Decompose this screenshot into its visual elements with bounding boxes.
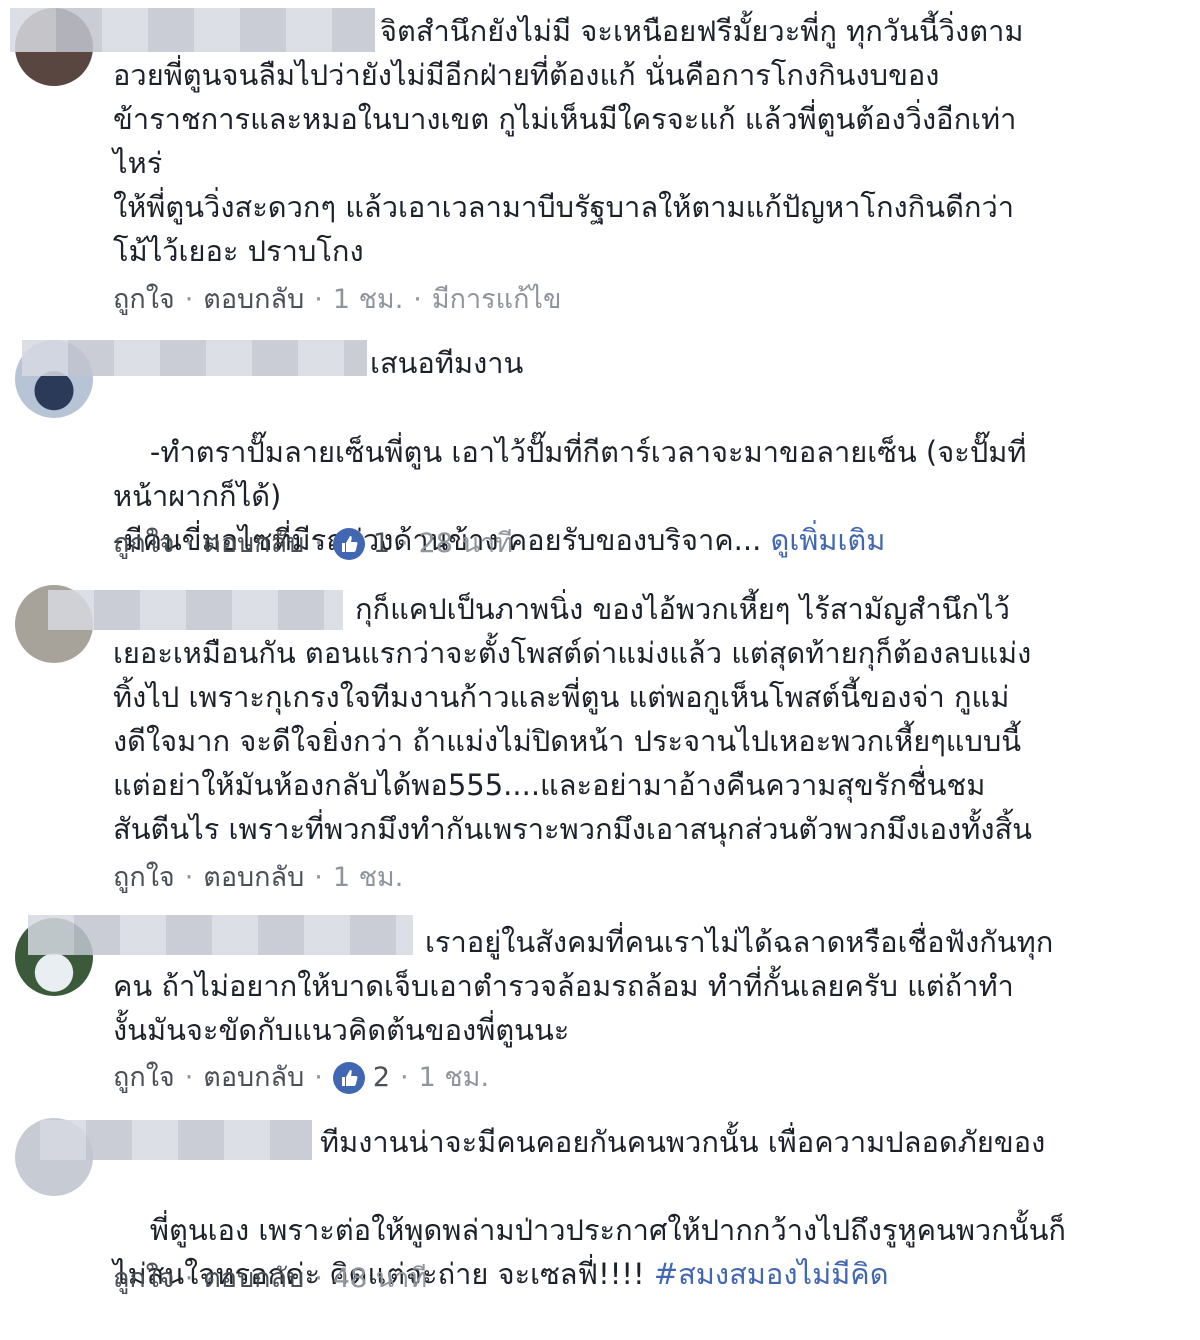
- comment-first-line: เราอยู่ในสังคมที่คนเราไม่ได้ฉลาดหรือเชื่…: [425, 925, 1054, 959]
- like-link[interactable]: ถูกใจ: [113, 1056, 175, 1100]
- like-link[interactable]: ถูกใจ: [113, 522, 175, 566]
- comment-actions: ถูกใจ · ตอบกลับ · 1 ชม. · มีการแก้ไข: [113, 278, 561, 322]
- edited-label[interactable]: มีการแก้ไข: [432, 278, 562, 322]
- separator: ·: [314, 1263, 323, 1294]
- separator: ·: [184, 862, 194, 893]
- reaction-count[interactable]: 1: [373, 522, 390, 566]
- like-link[interactable]: ถูกใจ: [113, 1257, 175, 1301]
- separator: ·: [314, 528, 323, 559]
- comment-first-line: เสนอทีมงาน: [370, 346, 524, 380]
- comment-text: คน ถ้าไม่อยากให้บาดเจ็บเอาตำรวจล้อมรถล้อ…: [113, 969, 1014, 1047]
- timestamp[interactable]: 1 ชม.: [419, 1056, 489, 1100]
- comment-text: อวยพี่ตูนจนลืมไปว่ายังไม่มีอีกฝ่ายที่ต้อ…: [113, 58, 1017, 268]
- separator: ·: [413, 284, 422, 315]
- separator: ·: [184, 1062, 194, 1093]
- comment-text: -ทำตราปั๊มลายเซ็นพี่ตูน เอาไว้ปั๊มที่กีต…: [113, 386, 1153, 606]
- separator: ·: [184, 284, 194, 315]
- like-link[interactable]: ถูกใจ: [113, 856, 175, 900]
- comment-first-line: กุก็แคปเป็นภาพนิ่ง ของไอ้พวกเหี้ยๆ ไร้สา…: [355, 592, 1010, 626]
- comment-actions: ถูกใจ · ตอบกลับ · 2 · 1 ชม.: [113, 1056, 489, 1100]
- separator: ·: [400, 1062, 409, 1093]
- blurred-author-name: [48, 590, 343, 630]
- hashtag-link[interactable]: #สมงสมองไม่มีคิด: [654, 1257, 889, 1291]
- like-reaction-icon[interactable]: [332, 1062, 365, 1094]
- comment-first-line: จิตสำนึกยังไม่มี จะเหนือยฟรีมั้ยวะพี่กู …: [380, 14, 1024, 48]
- separator: ·: [314, 284, 323, 315]
- separator: ·: [184, 528, 194, 559]
- comment-actions: ถูกใจ · ตอบกลับ · 1 · 28 นาที: [113, 522, 513, 566]
- timestamp[interactable]: 48 นาที: [333, 1257, 427, 1301]
- separator: ·: [314, 862, 323, 893]
- thumbs-up-icon: [341, 536, 358, 552]
- timestamp[interactable]: 1 ชม.: [333, 856, 403, 900]
- thumbs-up-icon: [341, 1070, 358, 1086]
- separator: ·: [184, 1263, 194, 1294]
- reply-link[interactable]: ตอบกลับ: [203, 1056, 304, 1100]
- blurred-author-name: [28, 915, 413, 955]
- blurred-author-name: [40, 1120, 312, 1160]
- comment-text: เยอะเหมือนกัน ตอนแรกว่าจะตั้งโพสต์ด่าแม่…: [113, 636, 1033, 846]
- comment-text: พี่ตูนเอง เพราะต่อให้พูดพล่ามป่าวประกาศใ…: [113, 1164, 1153, 1340]
- blurred-author-name: [22, 340, 367, 376]
- reply-link[interactable]: ตอบกลับ: [203, 856, 304, 900]
- see-more-link[interactable]: ดูเพิ่มเติม: [771, 523, 886, 557]
- like-link[interactable]: ถูกใจ: [113, 278, 175, 322]
- comment-actions: ถูกใจ · ตอบกลับ · 48 นาที: [113, 1257, 427, 1301]
- like-reaction-icon[interactable]: [332, 528, 365, 560]
- comment-first-line: ทีมงานน่าจะมีคนคอยกันคนพวกนั้น เพื่อความ…: [320, 1125, 1046, 1159]
- reply-link[interactable]: ตอบกลับ: [203, 1257, 304, 1301]
- blurred-author-name: [10, 8, 375, 52]
- separator: ·: [314, 1062, 323, 1093]
- separator: ·: [400, 528, 409, 559]
- comment-actions: ถูกใจ · ตอบกลับ · 1 ชม.: [113, 856, 403, 900]
- timestamp[interactable]: 28 นาที: [419, 522, 513, 566]
- timestamp[interactable]: 1 ชม.: [333, 278, 403, 322]
- reaction-count[interactable]: 2: [373, 1056, 390, 1100]
- reply-link[interactable]: ตอบกลับ: [203, 522, 304, 566]
- reply-link[interactable]: ตอบกลับ: [203, 278, 304, 322]
